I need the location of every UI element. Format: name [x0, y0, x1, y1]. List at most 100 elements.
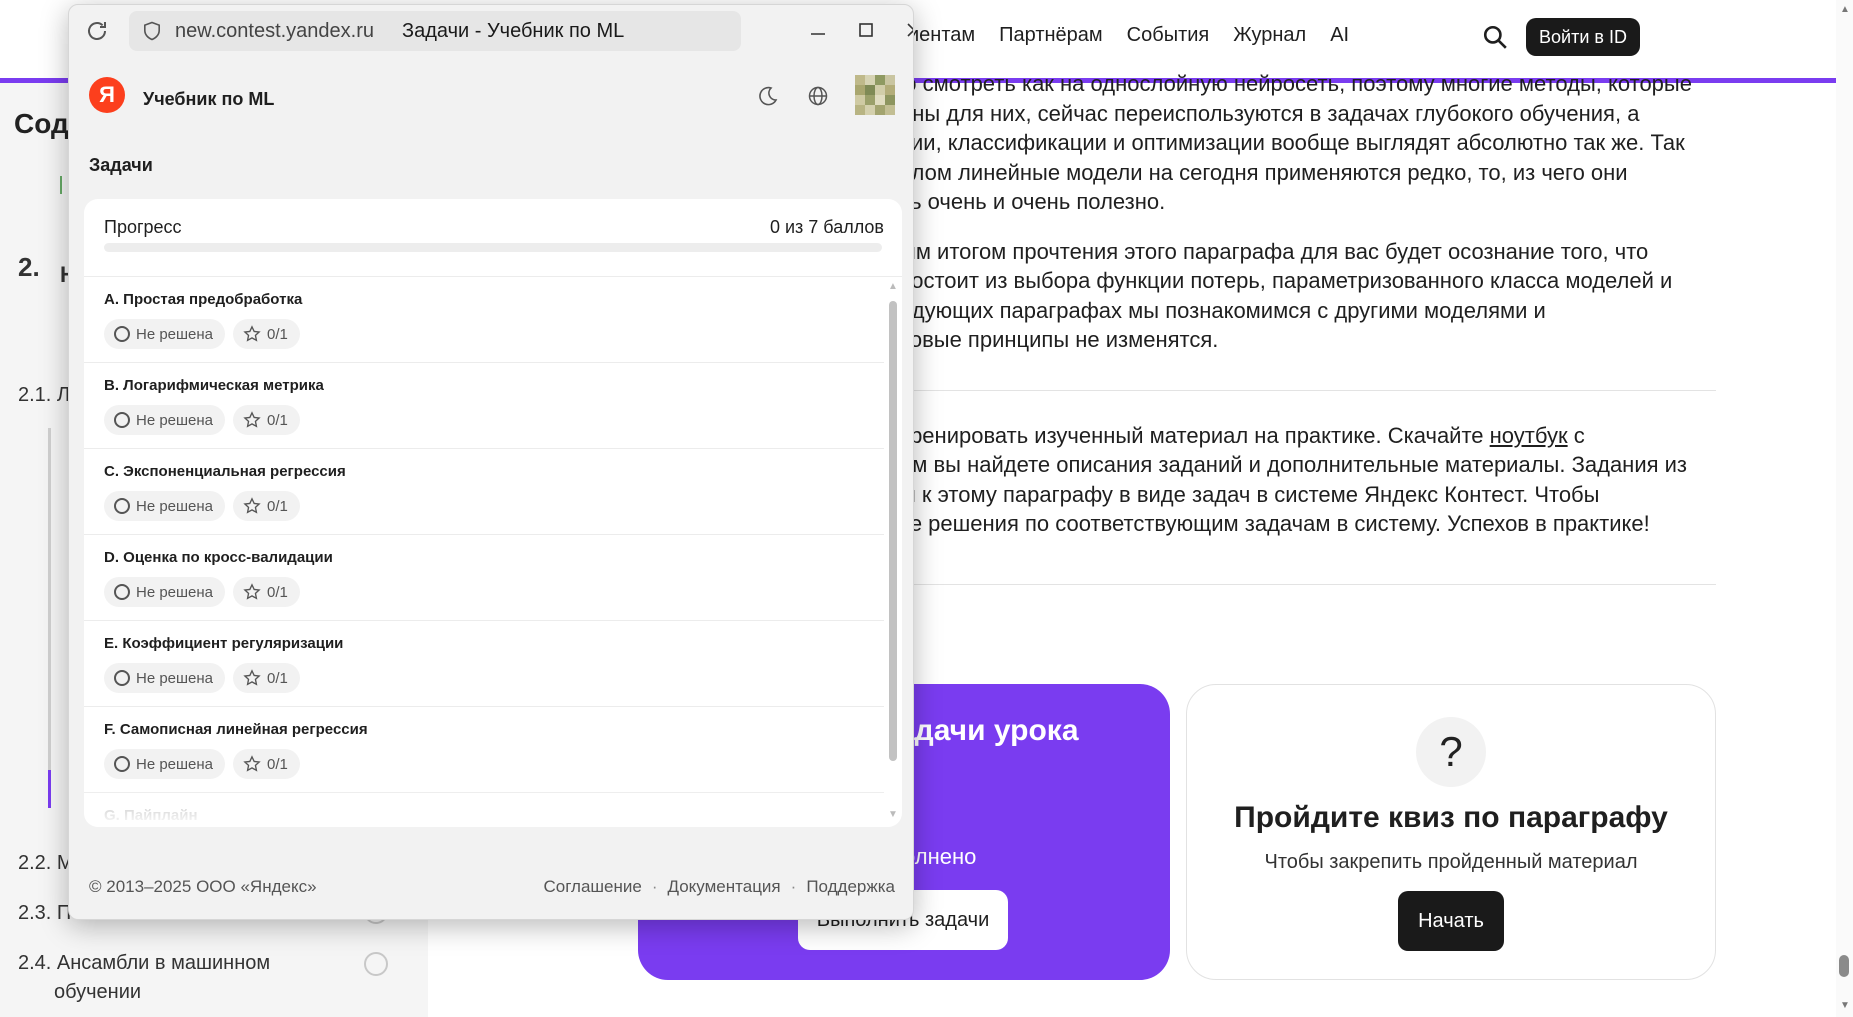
article-text: с	[1567, 422, 1585, 448]
section-title: Задачи	[89, 155, 153, 175]
task-list-scrollbar[interactable]: ▲ ▼	[884, 277, 902, 827]
lesson-card-status: олнено	[903, 844, 977, 869]
task-badges: Не решена 0/1	[104, 405, 884, 435]
status-badge: Не решена	[104, 749, 226, 779]
progress-value: 0 из 7 баллов	[769, 217, 884, 237]
task-name[interactable]: A. Простая предобработка	[104, 291, 884, 311]
footer-link-docs[interactable]: Документация	[668, 877, 781, 897]
toc-marker	[60, 176, 66, 194]
toc-item-2-2[interactable]: 2.2. М	[18, 852, 74, 875]
scroll-down-arrow-icon[interactable]: ▼	[1840, 1000, 1850, 1011]
nav-item[interactable]: иентам	[908, 24, 975, 47]
copyright: © 2013–2025 ООО «Яндекс»	[89, 877, 317, 896]
footer-link-support[interactable]: Поддержка	[806, 877, 895, 897]
nav-item-journal[interactable]: Журнал	[1233, 24, 1306, 47]
score-badge: 0/1	[233, 663, 300, 693]
circle-icon	[114, 756, 130, 772]
toc-active-marker	[48, 770, 51, 808]
status-text: Не решена	[136, 583, 214, 601]
address-url: new.contest.yandex.ru	[175, 19, 375, 42]
circle-icon	[114, 498, 130, 514]
status-badge: Не решена	[104, 491, 226, 521]
status-badge: Не решена	[104, 577, 226, 607]
score-badge: 0/1	[233, 319, 300, 349]
task-row[interactable]: B. Логарифмическая метрика Не решена 0/1	[84, 363, 884, 449]
article-line: состоит из выбора функции потерь, параме…	[900, 268, 1673, 293]
scroll-up-arrow-icon[interactable]: ▲	[888, 281, 898, 292]
article-paragraph-3: тренировать изученный материал на практи…	[900, 421, 1720, 539]
status-badge: Не решена	[104, 663, 226, 693]
notebook-link[interactable]: ноутбук	[1490, 423, 1568, 448]
login-button[interactable]: Войти в ID	[1526, 18, 1640, 56]
article-line: едующих параграфах мы познакомимся с дру…	[900, 297, 1546, 323]
toc-item-2-1[interactable]: 2.1. Л	[18, 384, 70, 407]
tasks-panel: Прогресс 0 из 7 баллов A. Простая предоб…	[84, 199, 902, 827]
lesson-card-title: адачи урока	[898, 714, 1079, 747]
task-row[interactable]: D. Оценка по кросс-валидации Не решена 0/1	[84, 535, 884, 621]
task-name[interactable]: E. Коэффициент регуляризации	[104, 635, 884, 655]
article-line: сии, классификации и оптимизации вообще …	[900, 130, 1685, 155]
avatar[interactable]	[855, 75, 895, 115]
moon-icon[interactable]	[757, 85, 779, 107]
toc-item-2-4[interactable]: 2.4. Ансамбли в машинном обучении	[18, 952, 270, 1004]
address-bar[interactable]: new.contest.yandex.ru Задачи - Учебник п…	[129, 11, 741, 51]
article-line: аны для них, сейчас переиспользуются в з…	[900, 100, 1640, 126]
toc-item-2-4-line2: обучении	[54, 981, 142, 1003]
task-name[interactable]: B. Логарифмическая метрика	[104, 377, 884, 397]
toc-subitems-bar	[48, 428, 51, 808]
nav-item-partners[interactable]: Партнёрам	[999, 24, 1103, 47]
task-row[interactable]: E. Коэффициент регуляризации Не решена 0/1	[84, 621, 884, 707]
app-header: Я Учебник по ML	[69, 57, 913, 137]
divider	[900, 584, 1716, 585]
article-line: зовые принципы не изменятся.	[900, 327, 1219, 352]
list-fade	[84, 787, 884, 827]
search-icon[interactable]	[1482, 24, 1508, 50]
page-scrollbar[interactable]	[1836, 0, 1853, 1017]
footer-link-agreement[interactable]: Соглашение	[543, 877, 641, 897]
article-line: ю смотреть как на однослойную нейросеть,…	[900, 71, 1692, 96]
toc-chapter[interactable]: 2.	[18, 252, 40, 283]
app-name[interactable]: Учебник по ML	[143, 89, 274, 110]
close-icon[interactable]	[903, 19, 914, 41]
status-badge: Не решена	[104, 405, 226, 435]
score-text: 0/1	[267, 411, 288, 429]
reload-icon[interactable]	[85, 19, 109, 43]
yandex-logo[interactable]: Я	[89, 77, 125, 113]
task-list-scrollbar-thumb[interactable]	[889, 301, 897, 761]
score-text: 0/1	[267, 497, 288, 515]
article-body: ю смотреть как на однослойную нейросеть,…	[900, 71, 1720, 559]
task-name[interactable]: F. Самописная линейная регрессия	[104, 721, 884, 741]
scroll-down-arrow-icon[interactable]: ▼	[888, 809, 898, 820]
article-line: те решения по соответствующим задачам в …	[900, 511, 1650, 536]
progress-bar	[104, 243, 882, 252]
globe-icon[interactable]	[807, 85, 829, 107]
toc-item-2-3[interactable]: 2.3. П	[18, 902, 71, 925]
maximize-icon[interactable]	[855, 19, 877, 41]
popup-titlebar: new.contest.yandex.ru Задачи - Учебник п…	[69, 5, 913, 57]
article-line: ым итогом прочтения этого параграфа для …	[900, 238, 1649, 264]
quiz-card: ? Пройдите квиз по параграфу Чтобы закре…	[1186, 684, 1716, 980]
task-badges: Не решена 0/1	[104, 663, 884, 693]
article-text: тренировать изученный материал на практи…	[900, 422, 1490, 448]
minimize-icon[interactable]	[807, 19, 829, 41]
task-name[interactable]: D. Оценка по кросс-валидации	[104, 549, 884, 569]
scroll-up-arrow-icon[interactable]: ▲	[1840, 4, 1850, 15]
task-row[interactable]: F. Самописная линейная регрессия Не решен…	[84, 707, 884, 793]
task-name[interactable]: C. Экспоненциальная регрессия	[104, 463, 884, 483]
task-badges: Не решена 0/1	[104, 491, 884, 521]
page-scrollbar-thumb[interactable]	[1839, 955, 1849, 977]
task-row[interactable]: A. Простая предобработка Не решена 0/1	[84, 277, 884, 363]
nav-item-events[interactable]: События	[1127, 24, 1210, 47]
footer-links: Соглашение · Документация · Поддержка	[543, 877, 895, 897]
nav-item-ai[interactable]: AI	[1330, 24, 1349, 47]
circle-icon	[114, 584, 130, 600]
star-icon	[243, 669, 261, 686]
article-line: ём вы найдете описания заданий и дополни…	[900, 452, 1688, 477]
circle-icon	[114, 326, 130, 342]
start-quiz-button[interactable]: Начать	[1398, 891, 1504, 951]
star-icon	[243, 411, 261, 428]
progress-label: Прогресс	[104, 217, 182, 237]
task-row[interactable]: C. Экспоненциальная регрессия Не решена 0/…	[84, 449, 884, 535]
star-icon	[243, 755, 261, 772]
toc-title: Сод	[14, 108, 69, 139]
